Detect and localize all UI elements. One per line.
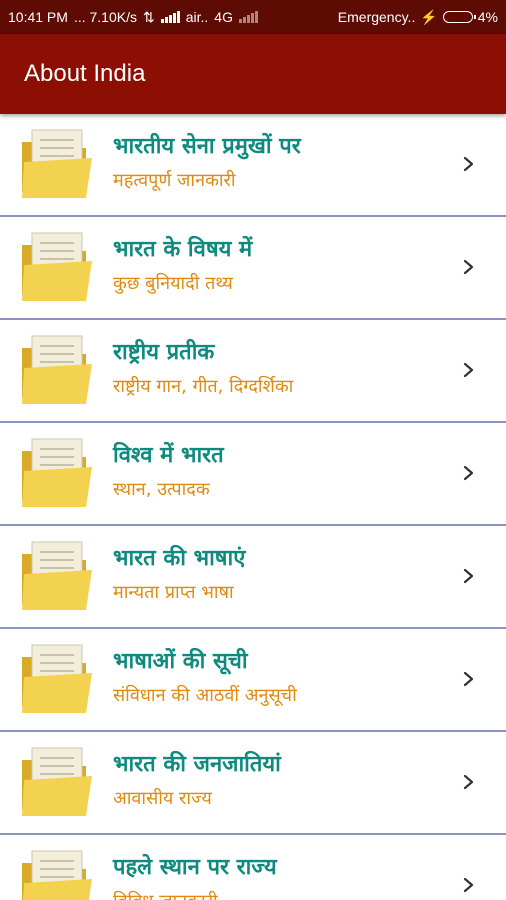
emergency-calls-label: Emergency.. [337,9,416,25]
list-item-5[interactable]: भारत की भाषाएं मान्यता प्राप्त भाषा [0,526,506,629]
item-title: भारतीय सेना प्रमुखों पर [113,134,301,159]
battery-percent: 4% [477,9,498,25]
list-item-4[interactable]: विश्व में भारत स्थान, उत्पादक [0,423,506,526]
chevron-right-icon [463,465,474,481]
signal-strength-icon [160,11,180,23]
folder-icon [22,850,92,900]
folder-icon [22,747,92,816]
status-time: 10:41 PM [8,9,68,25]
folder-icon [22,129,92,198]
item-title: विश्व में भारत [113,443,224,468]
item-subtitle: संविधान की आठवीं अनुसूची [113,685,297,706]
topic-list: भारतीय सेना प्रमुखों पर महत्वपूर्ण जानका… [0,114,506,900]
list-item-8[interactable]: पहले स्थान पर राज्य विविध जानकारी [0,835,506,900]
item-title: राष्ट्रीय प्रतीक [113,340,215,365]
item-subtitle: स्थान, उत्पादक [113,479,210,500]
folder-icon [22,644,92,713]
list-item-7[interactable]: भारत की जनजातियां आवासीय राज्य [0,732,506,835]
chevron-right-icon [463,671,474,687]
list-item-3[interactable]: राष्ट्रीय प्रतीक राष्ट्रीय गान, गीत, दिग… [0,320,506,423]
item-subtitle: मान्यता प्राप्त भाषा [113,582,234,603]
folder-icon [22,438,92,507]
item-title: भारत के विषय में [113,237,253,262]
network-type: 4G [214,9,233,25]
chevron-right-icon [463,362,474,378]
item-subtitle: कुछ बुनियादी तथ्य [113,273,233,294]
list-item-6[interactable]: भाषाओं की सूची संविधान की आठवीं अनुसूची [0,629,506,732]
chevron-right-icon [463,877,474,893]
item-title: भाषाओं की सूची [113,649,248,674]
item-title: भारत की जनजातियां [113,752,281,777]
network-speed: ... 7.10K/s [73,9,137,25]
status-bar: 10:41 PM ... 7.10K/s ⇅ air.. 4G Emergenc… [0,0,506,34]
item-subtitle: महत्वपूर्ण जानकारी [113,170,236,191]
item-subtitle: विविध जानकारी [113,889,456,900]
chevron-right-icon [463,568,474,584]
chevron-right-icon [463,774,474,790]
battery-icon [442,11,476,23]
data-transfer-icon: ⇅ [142,8,155,25]
folder-icon [22,335,92,404]
charging-icon: ⚡ [420,8,438,25]
folder-icon [22,541,92,610]
chevron-right-icon [463,156,474,172]
chevron-right-icon [463,259,474,275]
app-bar: About India [0,34,506,114]
item-subtitle: राष्ट्रीय गान, गीत, दिग्दर्शिका [113,376,294,397]
item-title: पहले स्थान पर राज्य [113,855,277,880]
carrier-name: air.. [185,9,209,25]
item-title: भारत की भाषाएं [113,546,246,571]
page-title: About India [24,60,146,87]
list-item-2[interactable]: भारत के विषय में कुछ बुनियादी तथ्य [0,217,506,320]
folder-icon [22,232,92,301]
item-subtitle: आवासीय राज्य [113,788,212,809]
signal-strength-icon-2 [238,11,258,23]
list-item-1[interactable]: भारतीय सेना प्रमुखों पर महत्वपूर्ण जानका… [0,114,506,217]
